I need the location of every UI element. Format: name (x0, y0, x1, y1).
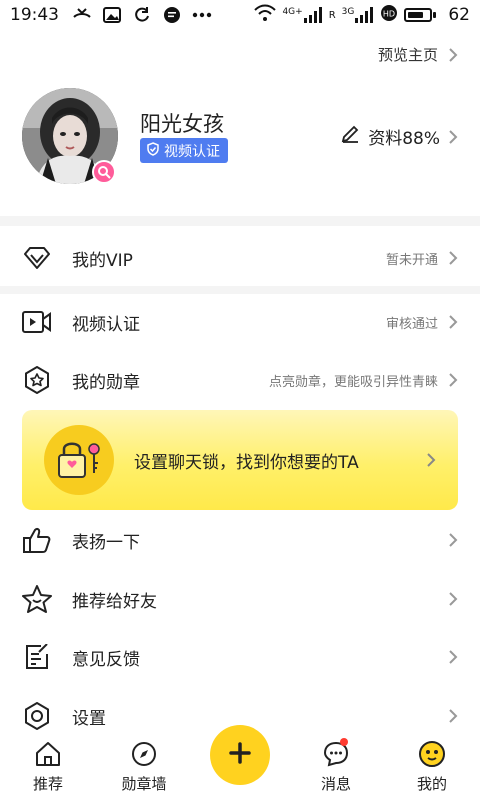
chevron-right-icon (448, 708, 458, 724)
more-notifications-icon (191, 5, 213, 25)
chevron-right-icon (448, 314, 458, 330)
chevron-right-icon (448, 532, 458, 548)
network-label: 4G+ (282, 7, 303, 17)
battery-percent: 62 (448, 5, 470, 25)
section-divider (0, 286, 480, 294)
profile-name: 阳光女孩 (140, 112, 224, 136)
chevron-right-icon (448, 47, 458, 63)
star-smile-icon (22, 584, 52, 614)
profile-completion-label: 资料88% (368, 129, 440, 149)
status-bar: 19:43 4G+ R 3G HD 62 (0, 0, 480, 30)
network-label: 3G (341, 7, 355, 17)
nav-mine[interactable]: 我的 (384, 734, 480, 800)
menu-label: 表扬一下 (72, 532, 140, 553)
battery-icon (404, 8, 437, 22)
menu-row-feedback[interactable]: 意见反馈 (0, 629, 480, 685)
chevron-right-icon (448, 372, 458, 388)
face-icon (417, 739, 447, 769)
unread-badge (340, 738, 348, 746)
video-camera-icon (22, 307, 52, 337)
thumbs-up-icon (22, 525, 52, 555)
sync-icon (131, 5, 153, 25)
chevron-right-icon (448, 649, 458, 665)
missed-call-icon (71, 5, 93, 25)
menu-row-recommend[interactable]: 推荐给好友 (0, 571, 480, 627)
video-verified-label: 视频认证 (164, 143, 220, 160)
nav-label: 勋章墙 (121, 775, 167, 793)
chevron-right-icon (448, 129, 458, 145)
chevron-right-icon (448, 250, 458, 266)
preview-homepage-link[interactable]: 预览主页 (378, 44, 458, 65)
preview-homepage-label: 预览主页 (377, 46, 438, 64)
add-button[interactable] (210, 725, 270, 785)
svg-text:HD: HD (383, 9, 395, 18)
status-time: 19:43 (10, 5, 59, 25)
menu-row-medals[interactable]: 我的勋章 点亮勋章，更能吸引异性青睐 (0, 352, 480, 408)
hexagon-settings-icon (22, 701, 52, 731)
video-verified-badge: 视频认证 (140, 138, 228, 163)
menu-row-video-verify[interactable]: 视频认证 审核通过 (0, 294, 480, 350)
home-icon (33, 739, 63, 769)
nav-messages[interactable]: 消息 (288, 734, 384, 800)
edit-profile-button[interactable]: 资料88% (340, 124, 458, 149)
menu-label: 我的勋章 (72, 372, 140, 393)
chevron-right-icon (426, 452, 436, 468)
menu-label: 我的VIP (72, 250, 133, 271)
menu-label: 设置 (72, 708, 106, 729)
roaming-label: R (328, 9, 336, 21)
menu-row-vip[interactable]: 我的VIP 暂未开通 (0, 230, 480, 286)
menu-label: 意见反馈 (72, 649, 140, 670)
nav-medal-wall[interactable]: 勋章墙 (96, 734, 192, 800)
female-gender-icon (92, 160, 116, 184)
menu-row-praise[interactable]: 表扬一下 (0, 512, 480, 568)
signal-4g-icon: 4G+ (282, 7, 322, 23)
verified-shield-icon (146, 141, 160, 160)
medal-star-icon (22, 365, 52, 395)
hd-call-icon: HD (380, 4, 398, 27)
edit-note-icon (22, 642, 52, 672)
wifi-icon (254, 4, 277, 27)
nav-label: 推荐 (32, 775, 63, 793)
pencil-icon (340, 124, 360, 149)
image-notification-icon (101, 5, 123, 25)
menu-label: 视频认证 (72, 314, 140, 335)
menu-status: 审核通过 (385, 316, 438, 332)
chat-lock-banner-text: 设置聊天锁，找到你想要的TA (134, 452, 359, 473)
section-divider (0, 216, 480, 226)
signal-3g-icon: 3G (342, 7, 375, 23)
nav-label: 消息 (320, 775, 351, 793)
chat-lock-banner[interactable]: 设置聊天锁，找到你想要的TA (22, 410, 458, 510)
message-notification-icon (161, 5, 183, 25)
menu-status: 暂未开通 (385, 252, 438, 268)
compass-icon (129, 739, 159, 769)
diamond-icon (22, 243, 52, 273)
lock-key-icon (44, 425, 114, 495)
nav-recommend[interactable]: 推荐 (0, 734, 96, 800)
plus-icon (228, 741, 252, 769)
menu-hint: 点亮勋章，更能吸引异性青睐 (268, 374, 438, 390)
menu-label: 推荐给好友 (72, 591, 157, 612)
nav-label: 我的 (416, 775, 447, 793)
chevron-right-icon (448, 591, 458, 607)
